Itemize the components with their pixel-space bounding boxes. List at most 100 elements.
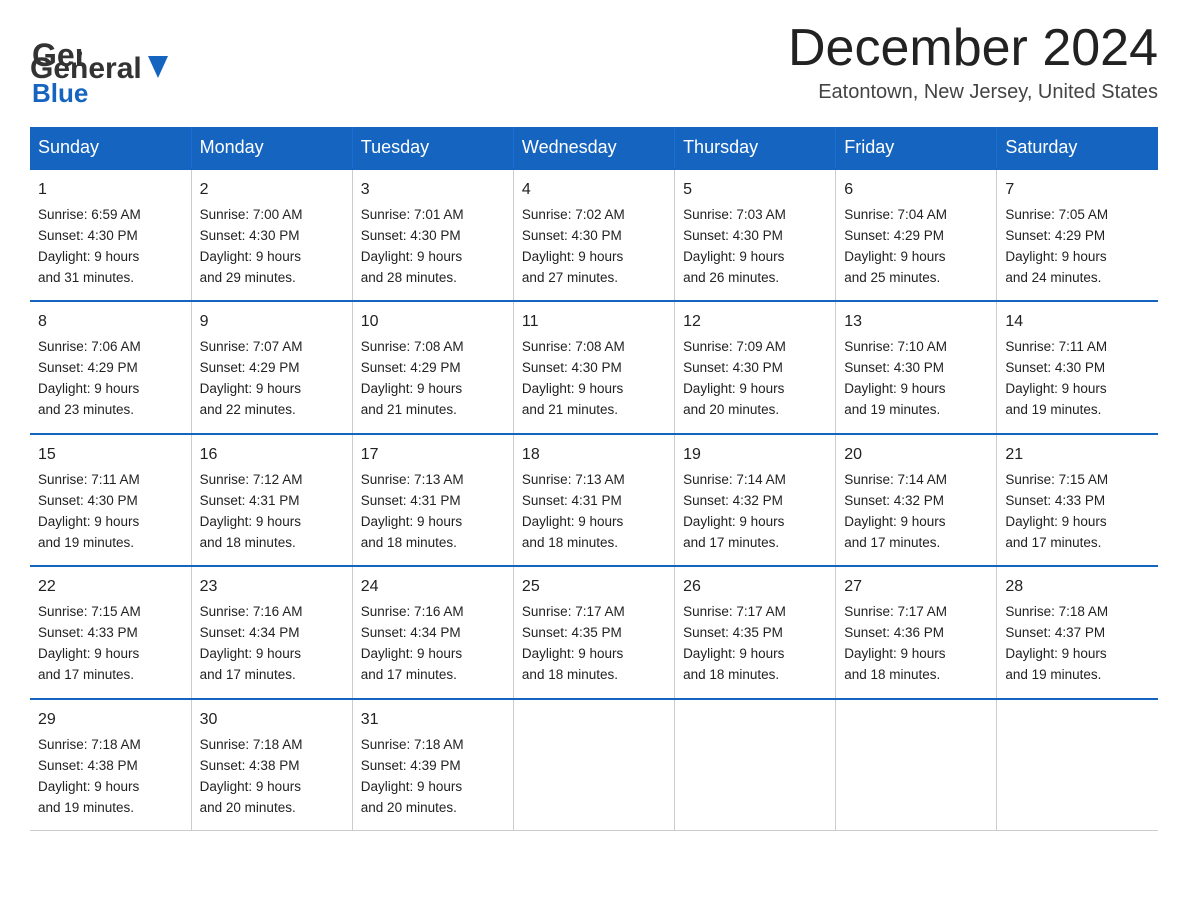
calendar-day-cell: 9Sunrise: 7:07 AMSunset: 4:29 PMDaylight… bbox=[191, 301, 352, 433]
day-info: Sunrise: 7:13 AMSunset: 4:31 PMDaylight:… bbox=[522, 472, 625, 550]
day-info: Sunrise: 7:07 AMSunset: 4:29 PMDaylight:… bbox=[200, 339, 303, 417]
calendar-day-cell: 7Sunrise: 7:05 AMSunset: 4:29 PMDaylight… bbox=[997, 169, 1158, 301]
day-number: 1 bbox=[38, 178, 183, 203]
day-info: Sunrise: 7:18 AMSunset: 4:39 PMDaylight:… bbox=[361, 737, 464, 815]
day-info: Sunrise: 7:11 AMSunset: 4:30 PMDaylight:… bbox=[1005, 339, 1107, 417]
calendar-day-cell: 21 Sunrise: 7:15 AMSunset: 4:33 PMDayligh… bbox=[997, 434, 1158, 566]
day-info: Sunrise: 7:02 AMSunset: 4:30 PMDaylight:… bbox=[522, 207, 625, 285]
calendar-day-cell: 10 Sunrise: 7:08 AMSunset: 4:29 PMDayligh… bbox=[352, 301, 513, 433]
day-info: Sunrise: 7:08 AMSunset: 4:30 PMDaylight:… bbox=[522, 339, 625, 417]
calendar-week-row: 15Sunrise: 7:11 AMSunset: 4:30 PMDayligh… bbox=[30, 434, 1158, 566]
day-number: 27 bbox=[844, 575, 988, 600]
day-number: 11 bbox=[522, 310, 666, 335]
calendar-week-row: 22 Sunrise: 7:15 AMSunset: 4:33 PMDayligh… bbox=[30, 566, 1158, 698]
day-number: 29 bbox=[38, 708, 183, 733]
day-number: 30 bbox=[200, 708, 344, 733]
calendar-empty-cell bbox=[513, 699, 674, 831]
day-number: 20 bbox=[844, 443, 988, 468]
day-info: Sunrise: 7:16 AMSunset: 4:34 PMDaylight:… bbox=[361, 604, 464, 682]
day-info: Sunrise: 7:18 AMSunset: 4:37 PMDaylight:… bbox=[1005, 604, 1108, 682]
calendar-day-cell: 14 Sunrise: 7:11 AMSunset: 4:30 PMDayligh… bbox=[997, 301, 1158, 433]
col-header-friday: Friday bbox=[836, 127, 997, 169]
day-info: Sunrise: 7:06 AMSunset: 4:29 PMDaylight:… bbox=[38, 339, 141, 417]
calendar-day-cell: 3 Sunrise: 7:01 AMSunset: 4:30 PMDaylight… bbox=[352, 169, 513, 301]
day-info: Sunrise: 7:09 AMSunset: 4:30 PMDaylight:… bbox=[683, 339, 786, 417]
logo-triangle-icon bbox=[148, 56, 168, 78]
location-title: Eatontown, New Jersey, United States bbox=[788, 81, 1158, 104]
day-number: 28 bbox=[1005, 575, 1150, 600]
day-info: Sunrise: 7:03 AMSunset: 4:30 PMDaylight:… bbox=[683, 207, 786, 285]
day-info: Sunrise: 7:18 AMSunset: 4:38 PMDaylight:… bbox=[38, 737, 141, 815]
day-number: 7 bbox=[1005, 178, 1150, 203]
day-info: Sunrise: 6:59 AMSunset: 4:30 PMDaylight:… bbox=[38, 207, 141, 285]
logo: General General Blue bbox=[30, 30, 168, 109]
day-info: Sunrise: 7:01 AMSunset: 4:30 PMDaylight:… bbox=[361, 207, 464, 285]
day-info: Sunrise: 7:16 AMSunset: 4:34 PMDaylight:… bbox=[200, 604, 303, 682]
calendar-header-row: SundayMondayTuesdayWednesdayThursdayFrid… bbox=[30, 127, 1158, 169]
day-number: 8 bbox=[38, 310, 183, 335]
day-info: Sunrise: 7:14 AMSunset: 4:32 PMDaylight:… bbox=[683, 472, 786, 550]
calendar-day-cell: 2 Sunrise: 7:00 AMSunset: 4:30 PMDaylight… bbox=[191, 169, 352, 301]
day-number: 14 bbox=[1005, 310, 1150, 335]
calendar-day-cell: 28 Sunrise: 7:18 AMSunset: 4:37 PMDayligh… bbox=[997, 566, 1158, 698]
calendar-day-cell: 26Sunrise: 7:17 AMSunset: 4:35 PMDayligh… bbox=[675, 566, 836, 698]
calendar-empty-cell bbox=[675, 699, 836, 831]
calendar-day-cell: 5 Sunrise: 7:03 AMSunset: 4:30 PMDaylight… bbox=[675, 169, 836, 301]
day-number: 22 bbox=[38, 575, 183, 600]
day-number: 18 bbox=[522, 443, 666, 468]
calendar-week-row: 1 Sunrise: 6:59 AMSunset: 4:30 PMDaylight… bbox=[30, 169, 1158, 301]
col-header-tuesday: Tuesday bbox=[352, 127, 513, 169]
calendar-day-cell: 31Sunrise: 7:18 AMSunset: 4:39 PMDayligh… bbox=[352, 699, 513, 831]
day-number: 2 bbox=[200, 178, 344, 203]
calendar-day-cell: 4 Sunrise: 7:02 AMSunset: 4:30 PMDaylight… bbox=[513, 169, 674, 301]
calendar-day-cell: 30Sunrise: 7:18 AMSunset: 4:38 PMDayligh… bbox=[191, 699, 352, 831]
day-number: 17 bbox=[361, 443, 505, 468]
calendar-day-cell: 1 Sunrise: 6:59 AMSunset: 4:30 PMDaylight… bbox=[30, 169, 191, 301]
title-block: December 2024 Eatontown, New Jersey, Uni… bbox=[788, 20, 1158, 104]
calendar-day-cell: 27 Sunrise: 7:17 AMSunset: 4:36 PMDayligh… bbox=[836, 566, 997, 698]
calendar-day-cell: 8 Sunrise: 7:06 AMSunset: 4:29 PMDaylight… bbox=[30, 301, 191, 433]
day-info: Sunrise: 7:08 AMSunset: 4:29 PMDaylight:… bbox=[361, 339, 464, 417]
day-number: 5 bbox=[683, 178, 827, 203]
calendar-empty-cell bbox=[997, 699, 1158, 831]
day-info: Sunrise: 7:17 AMSunset: 4:35 PMDaylight:… bbox=[522, 604, 625, 682]
calendar-day-cell: 29 Sunrise: 7:18 AMSunset: 4:38 PMDayligh… bbox=[30, 699, 191, 831]
col-header-wednesday: Wednesday bbox=[513, 127, 674, 169]
calendar-day-cell: 12Sunrise: 7:09 AMSunset: 4:30 PMDayligh… bbox=[675, 301, 836, 433]
day-number: 13 bbox=[844, 310, 988, 335]
calendar-day-cell: 11 Sunrise: 7:08 AMSunset: 4:30 PMDayligh… bbox=[513, 301, 674, 433]
calendar-table: SundayMondayTuesdayWednesdayThursdayFrid… bbox=[30, 127, 1158, 831]
day-number: 19 bbox=[683, 443, 827, 468]
calendar-day-cell: 25Sunrise: 7:17 AMSunset: 4:35 PMDayligh… bbox=[513, 566, 674, 698]
day-number: 10 bbox=[361, 310, 505, 335]
calendar-day-cell: 16Sunrise: 7:12 AMSunset: 4:31 PMDayligh… bbox=[191, 434, 352, 566]
calendar-day-cell: 23 Sunrise: 7:16 AMSunset: 4:34 PMDayligh… bbox=[191, 566, 352, 698]
day-info: Sunrise: 7:15 AMSunset: 4:33 PMDaylight:… bbox=[1005, 472, 1108, 550]
calendar-day-cell: 24 Sunrise: 7:16 AMSunset: 4:34 PMDayligh… bbox=[352, 566, 513, 698]
day-number: 3 bbox=[361, 178, 505, 203]
day-number: 23 bbox=[200, 575, 344, 600]
day-info: Sunrise: 7:04 AMSunset: 4:29 PMDaylight:… bbox=[844, 207, 947, 285]
calendar-day-cell: 22 Sunrise: 7:15 AMSunset: 4:33 PMDayligh… bbox=[30, 566, 191, 698]
calendar-day-cell: 13Sunrise: 7:10 AMSunset: 4:30 PMDayligh… bbox=[836, 301, 997, 433]
day-info: Sunrise: 7:14 AMSunset: 4:32 PMDaylight:… bbox=[844, 472, 947, 550]
day-info: Sunrise: 7:00 AMSunset: 4:30 PMDaylight:… bbox=[200, 207, 303, 285]
day-info: Sunrise: 7:15 AMSunset: 4:33 PMDaylight:… bbox=[38, 604, 141, 682]
col-header-monday: Monday bbox=[191, 127, 352, 169]
day-number: 24 bbox=[361, 575, 505, 600]
col-header-saturday: Saturday bbox=[997, 127, 1158, 169]
day-number: 21 bbox=[1005, 443, 1150, 468]
col-header-thursday: Thursday bbox=[675, 127, 836, 169]
calendar-day-cell: 17Sunrise: 7:13 AMSunset: 4:31 PMDayligh… bbox=[352, 434, 513, 566]
calendar-week-row: 8 Sunrise: 7:06 AMSunset: 4:29 PMDaylight… bbox=[30, 301, 1158, 433]
day-info: Sunrise: 7:17 AMSunset: 4:36 PMDaylight:… bbox=[844, 604, 947, 682]
day-number: 4 bbox=[522, 178, 666, 203]
calendar-empty-cell bbox=[836, 699, 997, 831]
month-title: December 2024 bbox=[788, 20, 1158, 77]
day-info: Sunrise: 7:12 AMSunset: 4:31 PMDaylight:… bbox=[200, 472, 303, 550]
logo-blue-text: Blue bbox=[32, 78, 88, 108]
calendar-day-cell: 20 Sunrise: 7:14 AMSunset: 4:32 PMDayligh… bbox=[836, 434, 997, 566]
day-number: 26 bbox=[683, 575, 827, 600]
page-header: General General Blue December 2024 Eaton… bbox=[30, 20, 1158, 109]
calendar-day-cell: 19 Sunrise: 7:14 AMSunset: 4:32 PMDayligh… bbox=[675, 434, 836, 566]
